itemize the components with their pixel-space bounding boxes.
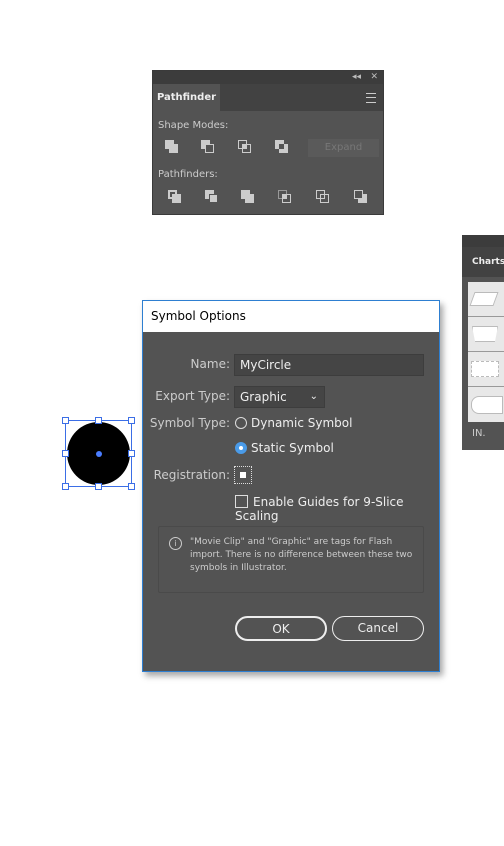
- collapse-icon[interactable]: ◂◂: [352, 71, 361, 84]
- ok-button[interactable]: OK: [235, 616, 327, 641]
- registration-grid-icon[interactable]: [234, 466, 252, 484]
- data-shape-icon[interactable]: [469, 292, 499, 306]
- exclude-icon[interactable]: [275, 140, 289, 154]
- panel-header: ◂◂ ✕: [153, 71, 383, 84]
- close-icon[interactable]: ✕: [370, 71, 378, 84]
- resize-handle[interactable]: [95, 483, 102, 490]
- radio-icon: [235, 417, 247, 429]
- outline-icon[interactable]: [316, 190, 330, 204]
- radio-selected-icon: [235, 442, 247, 454]
- minus-front-icon[interactable]: [201, 140, 215, 154]
- merge-icon[interactable]: [241, 190, 255, 204]
- dialog-title: Symbol Options: [143, 301, 439, 332]
- dynamic-symbol-label: Dynamic Symbol: [251, 416, 353, 430]
- info-text: "Movie Clip" and "Graphic" are tags for …: [190, 537, 413, 573]
- static-symbol-label: Static Symbol: [251, 441, 334, 455]
- static-symbol-radio[interactable]: Static Symbol: [235, 441, 334, 455]
- name-label: Name:: [190, 357, 230, 371]
- process-icon[interactable]: [471, 361, 499, 377]
- resize-handle[interactable]: [95, 417, 102, 424]
- divide-icon[interactable]: [168, 190, 182, 204]
- shape-list: [468, 282, 504, 422]
- resize-handle[interactable]: [62, 450, 69, 457]
- resize-handle[interactable]: [128, 483, 135, 490]
- enable-guides-label: Enable Guides for 9-Slice Scaling: [235, 495, 404, 523]
- resize-handle[interactable]: [128, 450, 135, 457]
- expand-button[interactable]: Expand: [308, 139, 379, 157]
- crop-icon[interactable]: [278, 190, 292, 204]
- panel-menu-icon[interactable]: [366, 93, 376, 103]
- pathfinders-label: Pathfinders:: [158, 169, 218, 180]
- minus-back-icon[interactable]: [354, 190, 368, 204]
- center-point: [96, 451, 102, 457]
- checkbox-icon: [235, 495, 248, 508]
- export-type-value: Graphic: [240, 390, 287, 404]
- shape-modes-label: Shape Modes:: [158, 120, 229, 131]
- tab-charts[interactable]: Charts: [462, 247, 504, 277]
- unite-icon[interactable]: [165, 140, 179, 154]
- stored-data-icon[interactable]: [471, 396, 503, 414]
- resize-handle[interactable]: [62, 417, 69, 424]
- charts-panel: Charts IN.: [462, 235, 504, 450]
- pathfinder-panel: ◂◂ ✕ Pathfinder Shape Modes: Expand Path…: [152, 70, 384, 215]
- manual-input-icon[interactable]: [472, 326, 498, 342]
- selection-bounding-box: [62, 417, 135, 490]
- export-type-label: Export Type:: [155, 389, 230, 403]
- dynamic-symbol-radio[interactable]: Dynamic Symbol: [235, 416, 352, 430]
- export-type-select[interactable]: Graphic ⌄: [234, 386, 325, 408]
- enable-guides-checkbox[interactable]: Enable Guides for 9-Slice Scaling: [235, 495, 439, 523]
- cancel-button[interactable]: Cancel: [332, 616, 424, 641]
- name-input[interactable]: MyCircle: [234, 354, 424, 376]
- resize-handle[interactable]: [62, 483, 69, 490]
- trim-icon[interactable]: [205, 190, 219, 204]
- chevron-down-icon: ⌄: [309, 391, 318, 402]
- info-box: i "Movie Clip" and "Graphic" are tags fo…: [158, 526, 424, 593]
- symbol-options-dialog: Symbol Options Name: MyCircle Export Typ…: [142, 300, 440, 672]
- resize-handle[interactable]: [128, 417, 135, 424]
- tab-pathfinder[interactable]: Pathfinder: [153, 84, 220, 111]
- library-icon[interactable]: IN.: [472, 428, 486, 439]
- registration-label: Registration:: [153, 468, 230, 482]
- intersect-icon[interactable]: [238, 140, 252, 154]
- info-icon: i: [169, 537, 182, 550]
- symbol-type-label: Symbol Type:: [149, 416, 230, 430]
